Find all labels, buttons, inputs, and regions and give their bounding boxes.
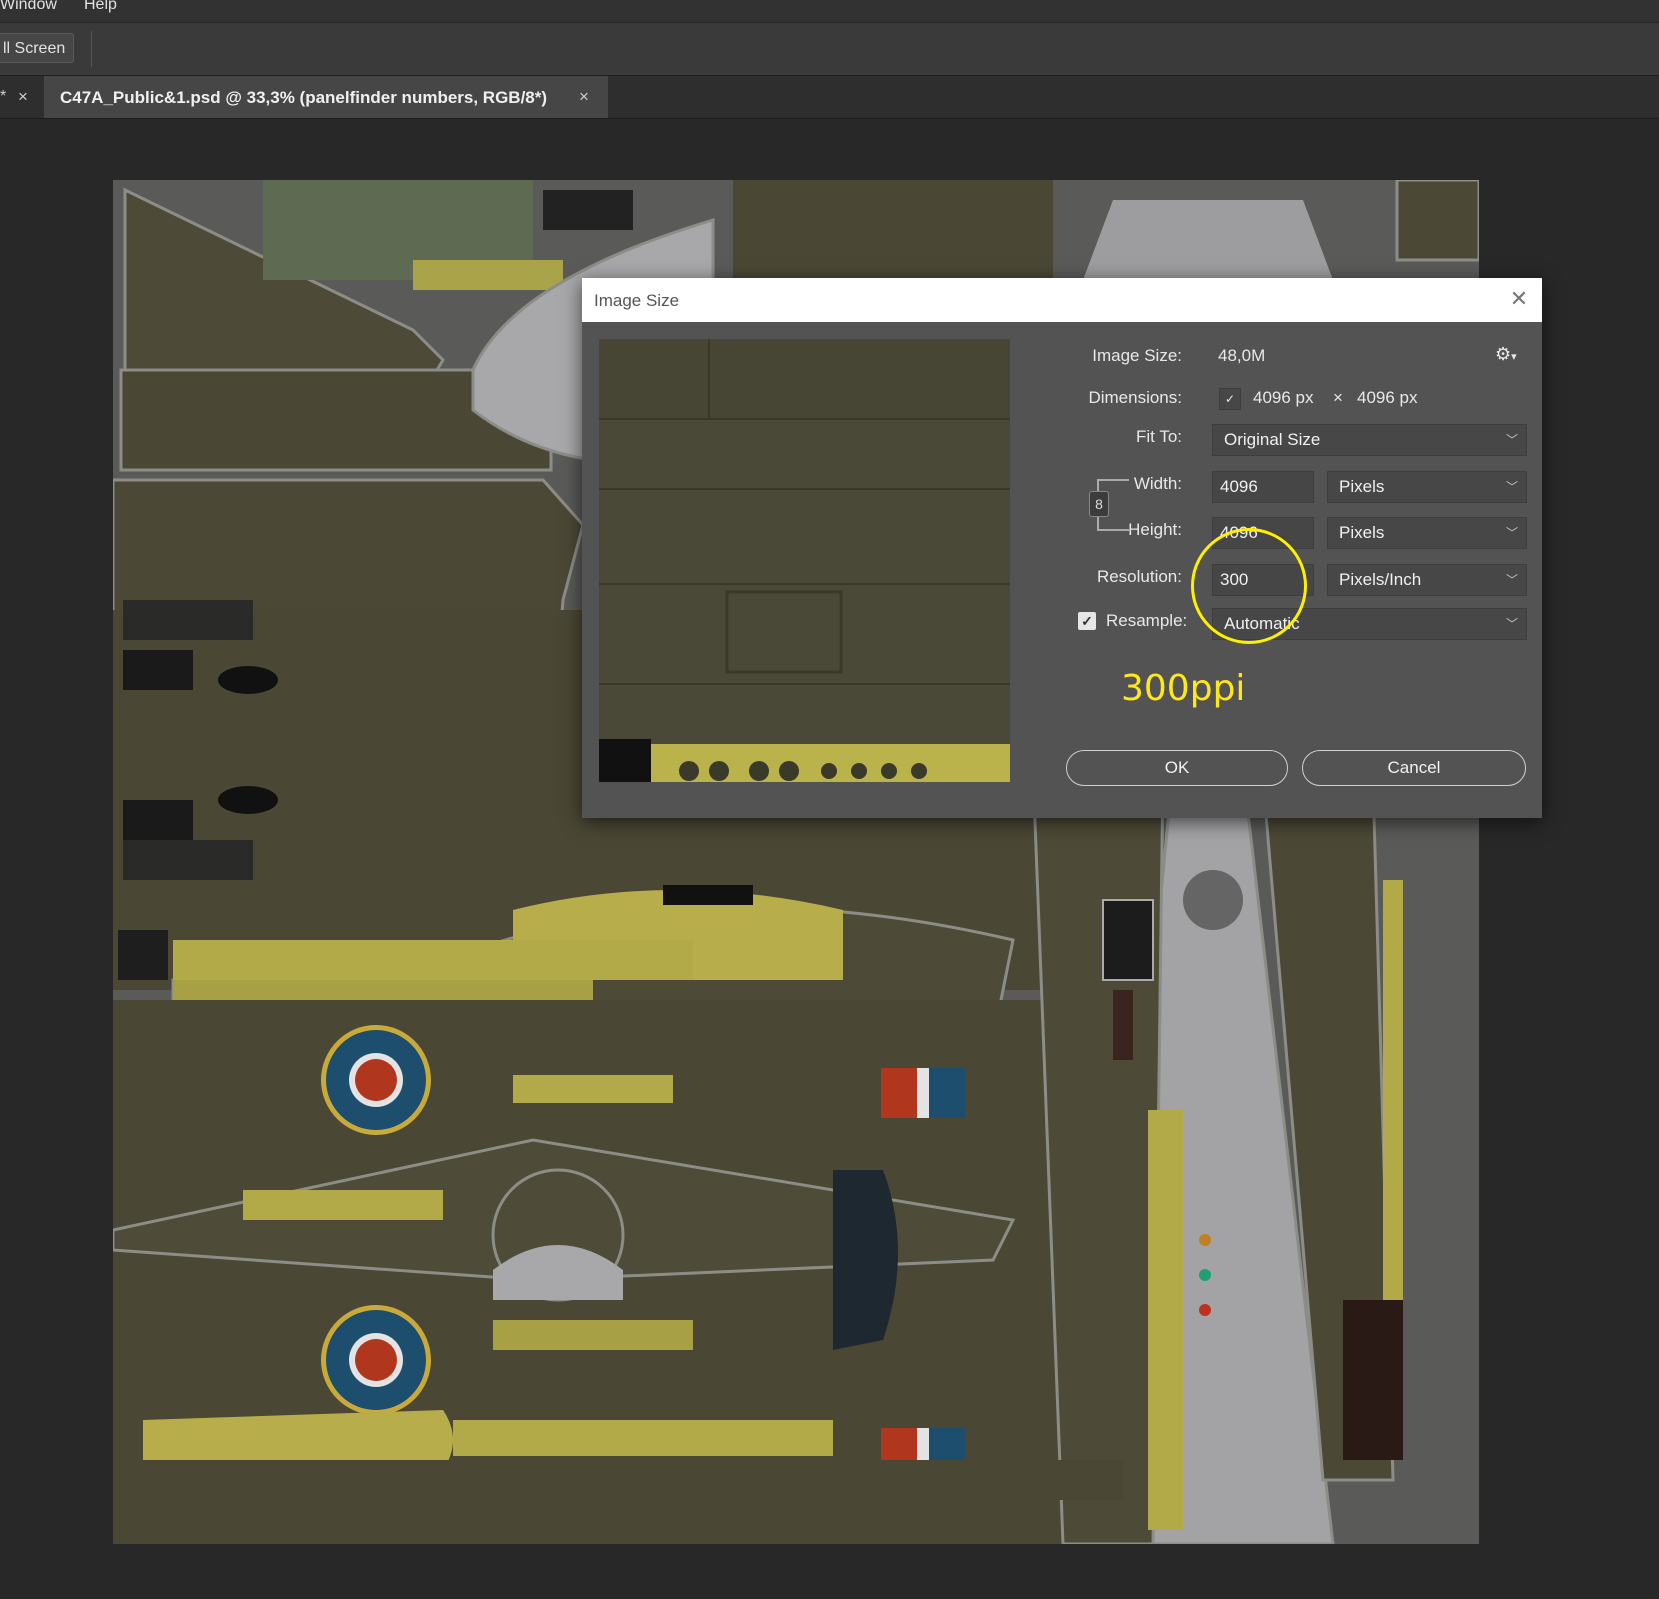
close-icon[interactable]: ✕ [1506,286,1532,312]
fit-to-value: Original Size [1224,430,1321,449]
image-preview[interactable] [599,339,1010,782]
tab-active-document[interactable]: C47A_Public&1.psd @ 33,3% (panelfinder n… [44,76,608,118]
resolution-unit-select[interactable]: Pixels/Inch ﹀ [1327,564,1527,596]
dialog-titlebar[interactable]: Image Size ✕ [582,278,1542,322]
link-icon[interactable]: 8 [1089,491,1109,517]
height-unit-value: Pixels [1339,523,1385,542]
fit-to-select[interactable]: Original Size ﹀ [1212,424,1527,456]
dimensions-width: 4096 px [1253,388,1314,407]
resolution-label: Resolution: [1096,567,1182,586]
resample-label: Resample: [1106,611,1188,630]
width-unit-value: Pixels [1339,477,1385,496]
tab-previous-document[interactable]: * × [0,76,42,118]
options-bar: ll Screen [0,23,1659,76]
chevron-down-icon: ﹀ [1505,617,1518,631]
ok-button[interactable]: OK [1066,750,1288,786]
dialog-title: Image Size [594,291,680,310]
menu-help[interactable]: Help [84,0,117,14]
options-divider [91,31,92,67]
image-size-label: Image Size: [1092,346,1182,365]
chevron-down-icon: ﹀ [1505,433,1518,447]
width-input[interactable]: 4096 [1212,471,1314,503]
full-screen-button[interactable]: ll Screen [0,33,74,63]
annotation-circle [1191,528,1307,644]
chevron-down-icon[interactable]: ✓ [1219,388,1241,410]
dimensions-label: Dimensions: [1088,388,1182,407]
menu-bar: Window Help [0,0,1659,23]
resample-checkbox[interactable]: ✓ [1078,612,1096,630]
height-unit-select[interactable]: Pixels ﹀ [1327,517,1527,549]
close-tab-icon[interactable]: × [18,87,28,107]
chevron-down-icon: ﹀ [1505,526,1518,540]
annotation-text: 300ppi [1121,668,1246,709]
menu-window[interactable]: Window [0,0,57,14]
tab-title: C47A_Public&1.psd @ 33,3% (panelfinder n… [60,88,548,107]
dimensions-times: × [1333,388,1343,407]
height-label: Height: [1128,520,1182,539]
fit-to-label: Fit To: [1136,427,1182,446]
image-size-dialog: Image Size ✕ Image Size: 48,0M ⚙▾ Dimens… [582,278,1542,818]
chevron-down-icon: ﹀ [1505,480,1518,494]
gear-icon[interactable]: ⚙▾ [1495,344,1517,365]
width-label: Width: [1133,474,1182,493]
dimensions-height: 4096 px [1357,388,1418,407]
unsaved-marker: * [0,88,7,105]
image-size-value: 48,0M [1218,346,1266,365]
cancel-button[interactable]: Cancel [1302,750,1526,786]
chevron-down-icon: ﹀ [1505,573,1518,587]
document-tab-bar: * × C47A_Public&1.psd @ 33,3% (panelfind… [0,76,1659,119]
width-unit-select[interactable]: Pixels ﹀ [1327,471,1527,503]
close-tab-icon[interactable]: × [579,87,589,107]
resolution-unit-value: Pixels/Inch [1339,570,1422,589]
